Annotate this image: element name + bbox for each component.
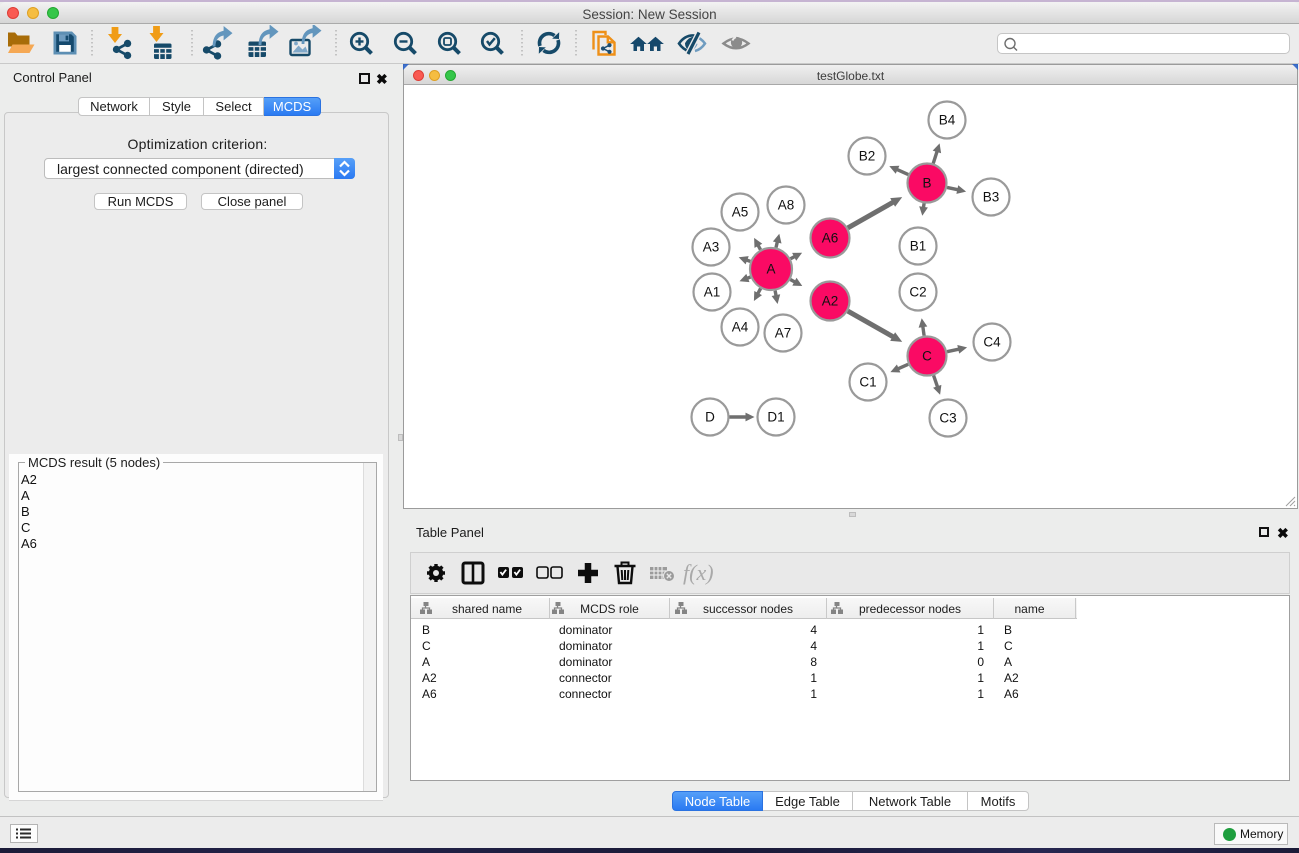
svg-text:C2: C2 [909, 285, 926, 300]
svg-text:C4: C4 [983, 335, 1001, 350]
svg-text:D1: D1 [767, 410, 784, 425]
svg-text:A: A [766, 262, 775, 277]
svg-text:f(x): f(x) [683, 560, 714, 585]
svg-text:C: C [922, 349, 932, 364]
svg-text:C3: C3 [939, 411, 956, 426]
svg-text:A8: A8 [778, 198, 795, 213]
svg-text:A3: A3 [703, 240, 720, 255]
svg-text:B2: B2 [859, 149, 876, 164]
svg-text:A4: A4 [732, 320, 749, 335]
svg-text:B1: B1 [910, 239, 927, 254]
svg-text:B3: B3 [983, 190, 1000, 205]
svg-text:A6: A6 [822, 231, 839, 246]
svg-text:A5: A5 [732, 205, 749, 220]
svg-text:A1: A1 [704, 285, 721, 300]
svg-text:A7: A7 [775, 326, 792, 341]
svg-text:D: D [705, 410, 715, 425]
svg-text:A2: A2 [822, 294, 839, 309]
svg-text:C1: C1 [859, 375, 876, 390]
svg-text:B: B [922, 176, 931, 191]
svg-text:B4: B4 [939, 113, 956, 128]
